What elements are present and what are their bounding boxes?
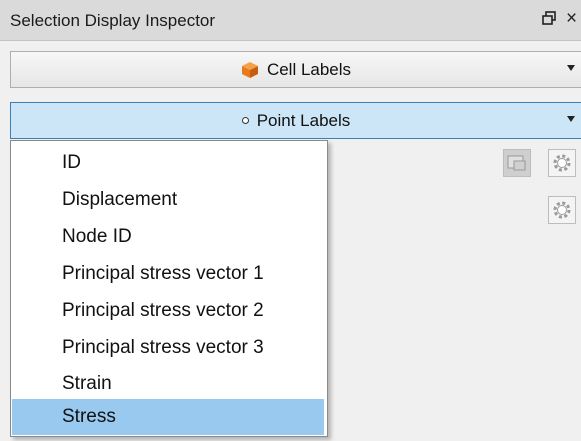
- point-icon: [241, 117, 249, 124]
- list-item[interactable]: Displacement: [12, 182, 324, 218]
- cell-labels-label: Cell Labels: [266, 59, 352, 79]
- cell-labels-combo[interactable]: Cell Labels: [10, 51, 581, 88]
- point-labels-label: Point Labels: [256, 110, 351, 130]
- list-item[interactable]: Strain: [12, 366, 324, 402]
- point-labels-dropdown[interactable]: ID Displacement Node ID Principal stress…: [10, 140, 328, 437]
- gear-icon[interactable]: [548, 149, 576, 177]
- panel-title: Selection Display Inspector: [10, 11, 216, 30]
- chevron-down-icon: [567, 65, 575, 71]
- label-properties-button[interactable]: [503, 149, 531, 177]
- list-item[interactable]: Principal stress vector 3: [12, 330, 324, 366]
- float-icon[interactable]: [541, 9, 559, 31]
- panel-titlebar: Selection Display Inspector ×: [0, 0, 581, 41]
- chevron-down-icon: [567, 116, 575, 122]
- close-icon[interactable]: ×: [566, 8, 581, 32]
- list-item[interactable]: ID: [12, 145, 324, 181]
- list-item-selected[interactable]: Stress: [12, 399, 324, 435]
- gear-icon[interactable]: [548, 196, 576, 224]
- list-item[interactable]: Node ID: [12, 219, 324, 255]
- point-labels-combo[interactable]: Point Labels: [10, 102, 581, 139]
- list-item[interactable]: Principal stress vector 2: [12, 293, 324, 329]
- cube-icon: [241, 61, 259, 79]
- list-item[interactable]: Principal stress vector 1: [12, 256, 324, 292]
